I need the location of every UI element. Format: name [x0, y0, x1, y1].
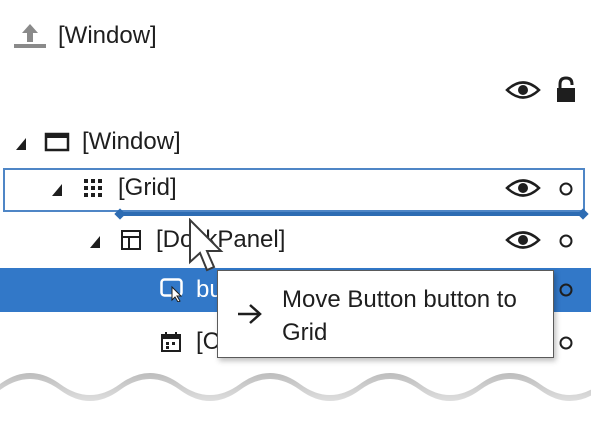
- eye-icon[interactable]: [505, 177, 541, 204]
- arrow-right-icon: [236, 302, 264, 331]
- eye-icon[interactable]: [505, 229, 541, 256]
- window-icon: [44, 132, 70, 157]
- move-up-to-window-row[interactable]: [Window]: [0, 16, 591, 56]
- tree-item-label: [Grid]: [118, 174, 177, 201]
- lock-toggle-icon[interactable]: [558, 181, 574, 202]
- calendar-icon: [160, 331, 182, 358]
- eye-icon[interactable]: [505, 79, 541, 106]
- expand-triangle-icon[interactable]: [52, 184, 62, 196]
- tree-item-label: [Window]: [82, 128, 181, 155]
- grid-icon: [84, 179, 102, 202]
- lock-toggle-icon[interactable]: [558, 282, 574, 303]
- tree-item-window[interactable]: [Window]: [0, 122, 591, 162]
- button-icon: [160, 278, 186, 307]
- insertion-line: [120, 212, 584, 216]
- move-up-icon[interactable]: [12, 22, 48, 55]
- torn-edge: [0, 373, 591, 429]
- column-header: [0, 70, 591, 110]
- dockpanel-icon: [120, 229, 142, 256]
- lock-icon[interactable]: [555, 76, 577, 109]
- expand-triangle-icon[interactable]: [16, 138, 26, 150]
- tree-item-grid[interactable]: [Grid]: [0, 168, 591, 208]
- lock-toggle-icon[interactable]: [558, 335, 574, 356]
- drag-tooltip: Move Button button to Grid: [217, 270, 554, 358]
- mouse-cursor-icon: [188, 217, 228, 285]
- lock-toggle-icon[interactable]: [558, 233, 574, 254]
- tree-item-dockpanel[interactable]: [DockPanel]: [0, 220, 591, 260]
- move-up-label: [Window]: [58, 22, 157, 49]
- tooltip-text: Move Button button to Grid: [282, 286, 517, 346]
- expand-triangle-icon[interactable]: [90, 236, 100, 248]
